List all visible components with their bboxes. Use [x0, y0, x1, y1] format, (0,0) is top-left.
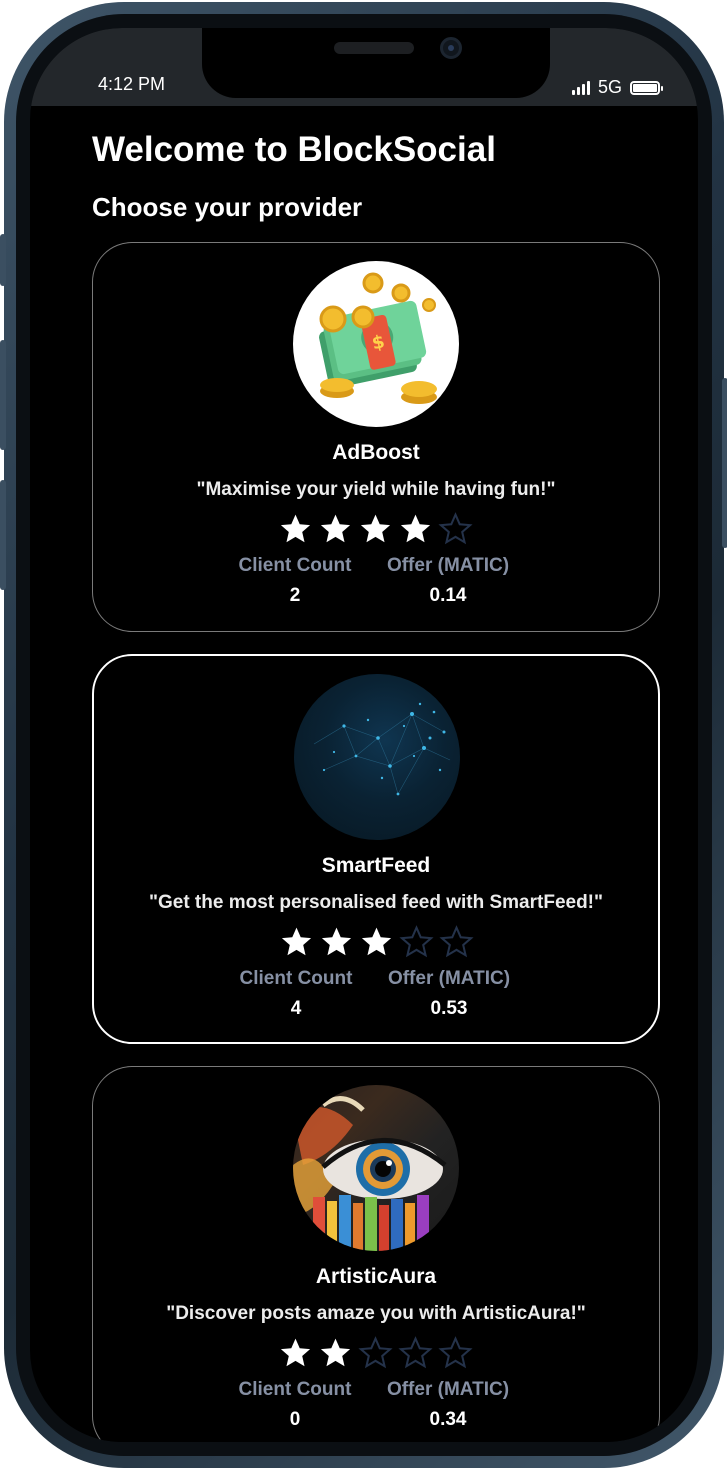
provider-name: ArtisticAura: [315, 1265, 437, 1288]
offer-label: Offer (MATIC): [387, 968, 511, 989]
client-count-label: Client Count: [239, 968, 353, 989]
provider-card-smartfeed[interactable]: SmartFeed "Get the most personalised fee…: [92, 654, 660, 1044]
star-empty-icon: [439, 925, 474, 958]
client-count-label: Client Count: [238, 1379, 352, 1400]
front-camera: [440, 37, 462, 59]
status-time: 4:12 PM: [98, 74, 166, 94]
speaker-grille: [334, 42, 414, 54]
provider-name: SmartFeed: [321, 854, 431, 877]
client-count-value: 0: [289, 1409, 301, 1430]
star-filled-icon: [280, 514, 311, 543]
star-filled-icon: [320, 514, 351, 543]
client-count-stat: Client Count 0: [220, 1379, 370, 1431]
adboost-avatar: $: [293, 261, 459, 427]
offer-stat: Offer (MATIC) 0.53: [374, 968, 524, 1020]
provider-card-adboost[interactable]: $ AdBoost "Maximise your yield while hav…: [92, 242, 660, 632]
provider-tagline: "Get the most personalised feed with Sma…: [148, 892, 604, 913]
provider-tagline: "Discover posts amaze you with ArtisticA…: [166, 1303, 586, 1324]
client-count-stat: Client Count 2: [220, 555, 370, 607]
notch: [202, 28, 550, 98]
smartfeed-avatar: [294, 674, 460, 840]
signal-bars-icon: [571, 80, 590, 95]
volume-down-button: [0, 480, 6, 590]
status-indicators: 5G: [571, 77, 663, 98]
star-empty-icon: [399, 925, 434, 958]
star-filled-icon: [321, 927, 352, 956]
offer-label: Offer (MATIC): [386, 555, 510, 576]
provider-tagline: "Maximise your yield while having fun!": [196, 479, 556, 500]
star-rating: [279, 924, 474, 959]
star-filled-icon: [361, 927, 392, 956]
artisticaura-avatar: [293, 1085, 459, 1251]
client-count-stat: Client Count 4: [221, 968, 371, 1020]
star-rating: [278, 511, 473, 546]
network-type: 5G: [597, 77, 622, 97]
page-title: Welcome to BlockSocial: [92, 130, 496, 169]
star-filled-icon: [400, 514, 431, 543]
provider-name: AdBoost: [332, 441, 420, 464]
volume-up-button: [0, 340, 6, 450]
star-empty-icon: [358, 1336, 393, 1369]
battery-icon: [630, 80, 663, 95]
silent-switch: [0, 234, 6, 286]
offer-value: 0.34: [429, 1409, 467, 1430]
offer-value: 0.53: [430, 998, 468, 1019]
offer-value: 0.14: [429, 585, 467, 606]
provider-card-artisticaura[interactable]: ArtisticAura "Discover posts amaze you w…: [92, 1066, 660, 1442]
offer-stat: Offer (MATIC) 0.34: [373, 1379, 523, 1431]
client-count-value: 4: [290, 998, 302, 1019]
page-subtitle: Choose your provider: [92, 192, 363, 222]
client-count-label: Client Count: [238, 555, 352, 576]
star-empty-icon: [438, 512, 473, 545]
offer-stat: Offer (MATIC) 0.14: [373, 555, 523, 607]
star-filled-icon: [281, 927, 312, 956]
phone-screen: 4:12 PM 5G Welcome to BlockSocial Choose…: [30, 28, 698, 1442]
phone-bezel: 4:12 PM 5G Welcome to BlockSocial Choose…: [16, 14, 712, 1456]
star-empty-icon: [438, 1336, 473, 1369]
star-empty-icon: [398, 1336, 433, 1369]
phone-frame: 4:12 PM 5G Welcome to BlockSocial Choose…: [0, 2, 727, 1468]
status-bar: 4:12 PM 5G: [30, 28, 698, 106]
offer-label: Offer (MATIC): [386, 1379, 510, 1400]
star-filled-icon: [280, 1338, 311, 1367]
star-filled-icon: [360, 514, 391, 543]
star-filled-icon: [320, 1338, 351, 1367]
star-rating: [278, 1335, 473, 1370]
power-button: [722, 378, 727, 548]
client-count-value: 2: [289, 585, 301, 606]
